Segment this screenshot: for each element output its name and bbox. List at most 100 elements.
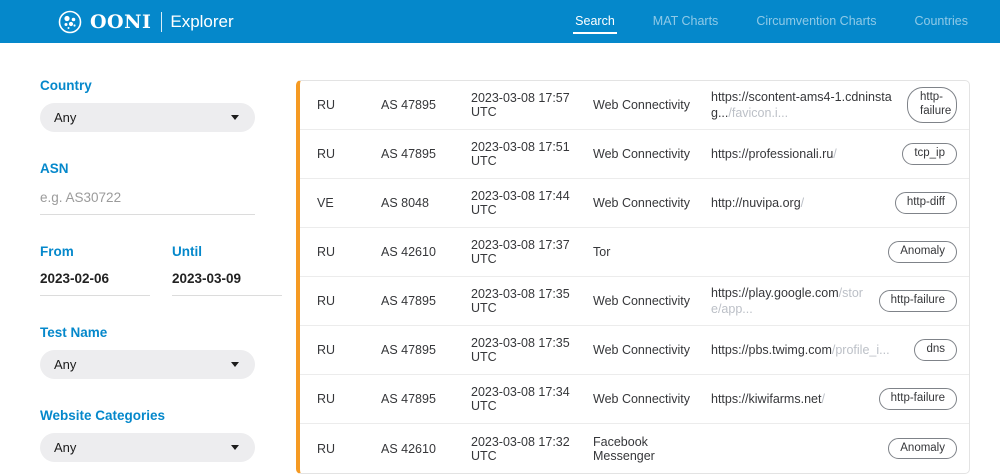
website-categories-select[interactable]: Any: [40, 433, 255, 462]
status-badge: Anomaly: [888, 241, 957, 263]
asn-value: AS 42610: [381, 245, 471, 259]
nav-item-circumvention-charts[interactable]: Circumvention Charts: [754, 10, 878, 34]
measurement-row[interactable]: RU AS 47895 2023-03-08 17:57 UTC Web Con…: [300, 81, 969, 130]
test-name-value: Web Connectivity: [593, 98, 711, 112]
asn-label: ASN: [40, 161, 285, 176]
asn-filter: ASN: [40, 161, 285, 215]
measurement-url: https://scontent-ams4-1.cdninstag.../fav…: [711, 89, 907, 122]
brand-product: Explorer: [170, 12, 233, 32]
test-name-label: Test Name: [40, 325, 285, 340]
measurement-url: https://pbs.twimg.com/profile_i...: [711, 342, 914, 358]
country-code: RU: [317, 442, 345, 456]
results-list: RU AS 47895 2023-03-08 17:57 UTC Web Con…: [296, 80, 970, 474]
ooni-logo-icon: [58, 10, 82, 34]
test-name-value: Web Connectivity: [593, 294, 711, 308]
country-code: VE: [317, 196, 345, 210]
until-label: Until: [172, 244, 282, 259]
brand-name: OONI: [90, 11, 151, 33]
from-filter: From: [40, 244, 150, 296]
status-badge-cell: http-failure: [879, 290, 957, 312]
date-range-filter: From Until: [40, 244, 285, 296]
measurement-url: https://play.google.com/store/app...: [711, 285, 879, 318]
test-name-value: Tor: [593, 245, 711, 259]
app-header: OONI Explorer Search MAT Charts Circumvent…: [0, 0, 1000, 43]
status-badge: http-failure: [879, 290, 957, 312]
brand-divider: [161, 12, 162, 32]
status-badge-cell: Anomaly: [888, 241, 957, 263]
measurement-date: 2023-03-08 17:35 UTC: [471, 287, 593, 315]
measurement-row[interactable]: RU AS 42610 2023-03-08 17:32 UTC Faceboo…: [300, 424, 969, 473]
measurement-url: https://kiwifarms.net/: [711, 391, 879, 407]
status-badge-cell: http-diff: [895, 192, 957, 214]
measurement-row[interactable]: RU AS 47895 2023-03-08 17:51 UTC Web Con…: [300, 130, 969, 179]
status-badge: Anomaly: [888, 438, 957, 460]
asn-value: AS 42610: [381, 442, 471, 456]
website-categories-select-value: Any: [54, 440, 76, 455]
measurement-date: 2023-03-08 17:37 UTC: [471, 238, 593, 266]
measurement-row[interactable]: RU AS 47895 2023-03-08 17:35 UTC Web Con…: [300, 326, 969, 375]
measurement-row[interactable]: RU AS 42610 2023-03-08 17:37 UTC Tor Ano…: [300, 228, 969, 277]
asn-value: AS 8048: [381, 196, 471, 210]
chevron-down-icon: [231, 445, 239, 450]
asn-value: AS 47895: [381, 294, 471, 308]
until-filter: Until: [172, 244, 282, 296]
nav-item-search[interactable]: Search: [573, 10, 617, 34]
country-code: RU: [317, 392, 345, 406]
country-select-value: Any: [54, 110, 76, 125]
measurement-date: 2023-03-08 17:35 UTC: [471, 336, 593, 364]
until-date-input[interactable]: [172, 267, 282, 296]
asn-value: AS 47895: [381, 392, 471, 406]
measurement-date: 2023-03-08 17:51 UTC: [471, 140, 593, 168]
asn-input[interactable]: [40, 186, 255, 215]
test-name-value: Facebook Messenger: [593, 435, 711, 463]
measurement-row[interactable]: RU AS 47895 2023-03-08 17:35 UTC Web Con…: [300, 277, 969, 326]
nav-item-mat-charts[interactable]: MAT Charts: [651, 10, 721, 34]
status-badge: dns: [914, 339, 957, 361]
test-name-value: Web Connectivity: [593, 392, 711, 406]
test-name-filter: Test Name Any: [40, 325, 285, 379]
nav-item-countries[interactable]: Countries: [913, 10, 971, 34]
status-badge-cell: http-failure: [879, 388, 957, 410]
country-code: RU: [317, 294, 345, 308]
chevron-down-icon: [231, 115, 239, 120]
measurement-url: https://professionali.ru/: [711, 146, 902, 162]
brand-logo[interactable]: OONI Explorer: [58, 10, 234, 34]
status-badge: http-diff: [895, 192, 957, 214]
main-content: Country Any ASN From Until Test Name Any: [0, 43, 1000, 475]
test-name-value: Web Connectivity: [593, 343, 711, 357]
status-badge: http-failure: [879, 388, 957, 410]
measurement-row[interactable]: RU AS 47895 2023-03-08 17:34 UTC Web Con…: [300, 375, 969, 424]
test-name-value: Web Connectivity: [593, 147, 711, 161]
status-badge-cell: dns: [914, 339, 957, 361]
from-label: From: [40, 244, 150, 259]
test-name-select[interactable]: Any: [40, 350, 255, 379]
country-code: RU: [317, 98, 345, 112]
country-code: RU: [317, 245, 345, 259]
website-categories-label: Website Categories: [40, 408, 285, 423]
chevron-down-icon: [231, 362, 239, 367]
measurement-url: http://nuvipa.org/: [711, 195, 895, 211]
measurement-date: 2023-03-08 17:32 UTC: [471, 435, 593, 463]
main-nav: Search MAT Charts Circumvention Charts Coun…: [573, 10, 970, 34]
asn-value: AS 47895: [381, 343, 471, 357]
measurement-date: 2023-03-08 17:44 UTC: [471, 189, 593, 217]
status-badge: http-failure: [907, 87, 957, 123]
measurement-date: 2023-03-08 17:57 UTC: [471, 91, 593, 119]
asn-value: AS 47895: [381, 147, 471, 161]
status-badge-cell: http-failure: [907, 87, 957, 123]
country-select[interactable]: Any: [40, 103, 255, 132]
country-label: Country: [40, 78, 285, 93]
asn-value: AS 47895: [381, 98, 471, 112]
filter-sidebar: Country Any ASN From Until Test Name Any: [40, 43, 285, 475]
country-code: RU: [317, 147, 345, 161]
from-date-input[interactable]: [40, 267, 150, 296]
status-badge-cell: tcp_ip: [902, 143, 957, 165]
status-badge-cell: Anomaly: [888, 438, 957, 460]
country-filter: Country Any: [40, 78, 285, 132]
country-code: RU: [317, 343, 345, 357]
test-name-value: Web Connectivity: [593, 196, 711, 210]
measurement-row[interactable]: VE AS 8048 2023-03-08 17:44 UTC Web Conn…: [300, 179, 969, 228]
website-categories-filter: Website Categories Any: [40, 408, 285, 462]
test-name-select-value: Any: [54, 357, 76, 372]
measurement-date: 2023-03-08 17:34 UTC: [471, 385, 593, 413]
